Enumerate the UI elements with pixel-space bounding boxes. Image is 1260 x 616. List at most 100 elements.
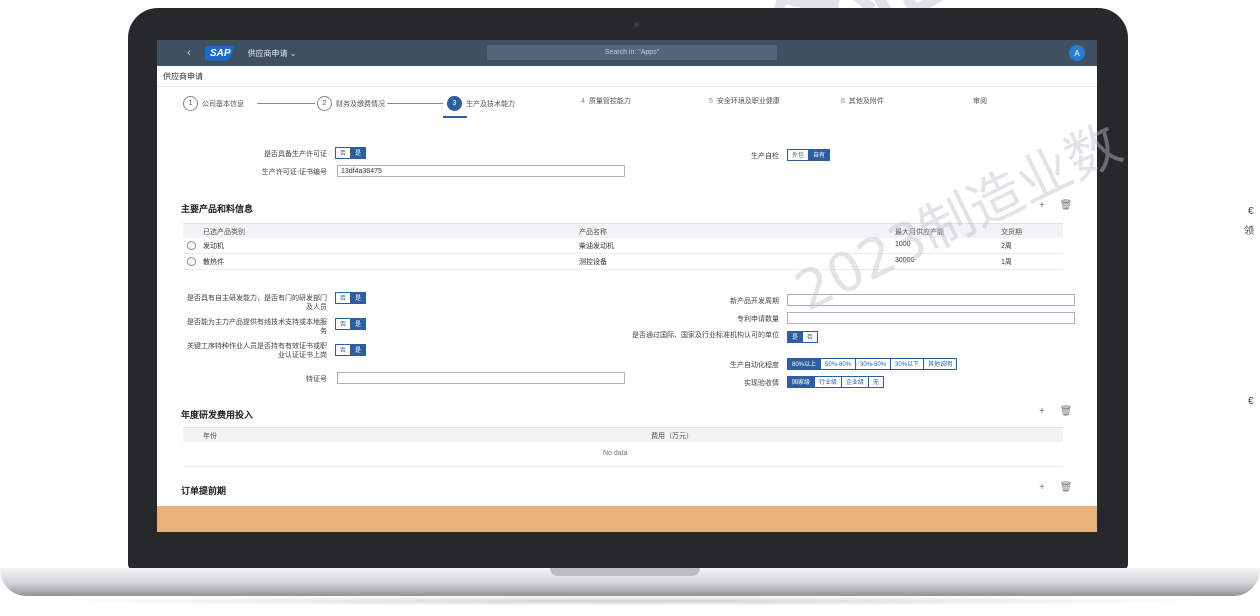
rnd-capability-label: 是否具有自主研发能力，是否有门的研发部门及人员 [187, 295, 327, 311]
col-year: 年份 [203, 433, 217, 440]
toggle-no[interactable]: 否 [802, 331, 819, 343]
wizard-step-2[interactable]: 2 财务及缴费情况 [317, 96, 385, 111]
wizard-step-3[interactable]: 3 生产及技术能力 [447, 96, 515, 111]
wizard-review[interactable]: 审阅 [973, 96, 987, 106]
annual-table-header: 年份 费用（万元） [183, 427, 1063, 443]
cell-product-name: 测控设备 [579, 259, 607, 266]
cell-category: 散热件 [203, 259, 224, 266]
tech-support-label: 是否能为主力产品提供有线技术支持或本地服务 [187, 319, 327, 335]
wizard-step-4[interactable]: 4 质量管控能力 [581, 96, 631, 106]
toggle-no[interactable]: 否 [335, 292, 352, 304]
toggle-own[interactable]: 自有 [808, 149, 831, 161]
automation-option[interactable]: 30%以下 [890, 358, 925, 370]
step-number: 3 [447, 96, 462, 111]
wizard-progress: 1 公司基本信息 2 财务及缴费情况 3 生产及技术能力 4 质量管控能力 5 … [157, 87, 1097, 122]
wizard-step-1[interactable]: 1 公司基本信息 [183, 96, 244, 111]
toggle-yes[interactable]: 是 [787, 331, 804, 343]
step-label: 质量管控能力 [588, 98, 631, 105]
no-data-text: No data [603, 450, 628, 457]
evaluation-option[interactable]: 企业级 [841, 376, 870, 388]
automation-option[interactable]: 其他说明 [923, 358, 958, 370]
special-operator-toggle[interactable]: 否 是 [335, 344, 367, 356]
avatar[interactable]: A [1069, 45, 1085, 61]
step-number: 4 [581, 97, 585, 105]
edge-text: € [1248, 396, 1254, 407]
photo-stage: 企业 ‹ SAP 供应商申请 ⌄ Search in: "Apps" A 供应商… [0, 0, 1260, 616]
app-title[interactable]: 供应商申请 ⌄ [248, 48, 297, 59]
cell-category: 发动机 [203, 243, 224, 250]
automation-option[interactable]: 30%-50% [855, 358, 892, 370]
col-amount: 费用（万元） [651, 433, 693, 440]
toggle-yes[interactable]: 是 [350, 344, 367, 356]
patent-count-label: 专利申请数量 [737, 316, 779, 323]
laptop-shadow [40, 596, 1220, 606]
automation-option[interactable]: 80%以上 [787, 358, 822, 370]
step-label: 其他及附件 [848, 98, 884, 105]
wizard-step-5[interactable]: 5 安全环境及职业健康 [709, 96, 780, 106]
cert-number-field[interactable] [337, 372, 625, 384]
search-input[interactable]: Search in: "Apps" [487, 45, 777, 60]
automation-option[interactable]: 50%-80% [820, 358, 857, 370]
order-lead-title: 订单提前期 [181, 486, 227, 496]
evaluation-option[interactable]: 无 [868, 376, 885, 388]
mode-label: 生产自检 [751, 153, 779, 160]
evaluation-option[interactable]: 行业级 [814, 376, 843, 388]
step-number: 6 [841, 97, 845, 105]
row-select-radio[interactable] [187, 257, 196, 266]
step-label: 财务及缴费情况 [336, 100, 385, 108]
laptop-notch [550, 568, 700, 576]
back-icon[interactable]: ‹ [179, 47, 199, 59]
cell-lead-time: 2周 [1001, 243, 1012, 250]
toggle-yes[interactable]: 是 [350, 292, 367, 304]
toggle-no[interactable]: 否 [335, 147, 352, 159]
row-select-radio[interactable] [187, 241, 196, 250]
special-operator-label: 关键工序特种作业人员是否持有有效证书或职业认证证书上岗 [187, 343, 327, 359]
annual-toolbar: + 🗑 [1027, 406, 1072, 417]
edge-text: € [1248, 206, 1254, 217]
wizard-step-6[interactable]: 6 其他及附件 [841, 96, 884, 106]
active-step-indicator [443, 116, 467, 118]
automation-label: 生产自动化程度 [730, 362, 779, 369]
toggle-no[interactable]: 否 [335, 318, 352, 330]
license-label: 是否具备生产许可证 [264, 151, 327, 158]
laptop-screen: ‹ SAP 供应商申请 ⌄ Search in: "Apps" A 供应商申请 … [157, 40, 1097, 532]
col-category: 已选产品类别 [203, 229, 245, 236]
sap-logo[interactable]: SAP [205, 45, 236, 61]
delete-icon[interactable]: 🗑 [1060, 482, 1073, 493]
page-title: 供应商申请 [157, 66, 1097, 87]
cert-number-label: 特证号 [306, 376, 327, 383]
rnd-capability-toggle[interactable]: 否 是 [335, 292, 367, 304]
evaluation-segmented[interactable]: 国家级 行业级 企业级 无 [787, 376, 885, 388]
tech-support-toggle[interactable]: 否 是 [335, 318, 367, 330]
step-label: 公司基本信息 [202, 100, 244, 108]
toggle-outsourced[interactable]: 外包 [787, 149, 810, 161]
license-number-field[interactable]: 13df4a38475 [337, 165, 625, 177]
evaluation-label: 实现验收情 [744, 380, 779, 387]
certification-question-label: 是否通过国际、国家及行业标准机构认可的单位 [632, 332, 779, 339]
step-number: 5 [709, 97, 713, 105]
cell-product-name: 柴油发动机 [579, 243, 614, 250]
toggle-yes[interactable]: 是 [350, 318, 367, 330]
delete-icon[interactable]: 🗑 [1060, 406, 1073, 417]
step-label: 审阅 [973, 98, 987, 105]
step-connector [257, 103, 315, 104]
certification-toggle[interactable]: 是 否 [787, 331, 819, 343]
automation-segmented[interactable]: 80%以上 50%-80% 30%-50% 30%以下 其他说明 [787, 358, 958, 370]
empty-row: No data [183, 442, 1063, 467]
license-number-label: 生产许可证-证书编号 [261, 169, 327, 176]
webcam [634, 22, 639, 27]
step-connector [387, 103, 443, 104]
add-icon[interactable]: + [1039, 482, 1045, 493]
mode-toggle[interactable]: 外包 自有 [787, 149, 831, 161]
step-number: 1 [183, 96, 198, 111]
shell-bar: ‹ SAP 供应商申请 ⌄ Search in: "Apps" A [157, 40, 1097, 66]
products-section-title: 主要产品和料信息 [181, 204, 254, 214]
annual-rnd-title: 年度研发费用投入 [181, 410, 254, 420]
step-label: 安全环境及职业健康 [716, 98, 780, 105]
license-toggle[interactable]: 否 是 [335, 147, 367, 159]
toggle-yes[interactable]: 是 [350, 147, 367, 159]
edge-text: 领 [1244, 226, 1254, 237]
evaluation-option[interactable]: 国家级 [787, 376, 816, 388]
add-icon[interactable]: + [1039, 406, 1045, 417]
toggle-no[interactable]: 否 [335, 344, 352, 356]
